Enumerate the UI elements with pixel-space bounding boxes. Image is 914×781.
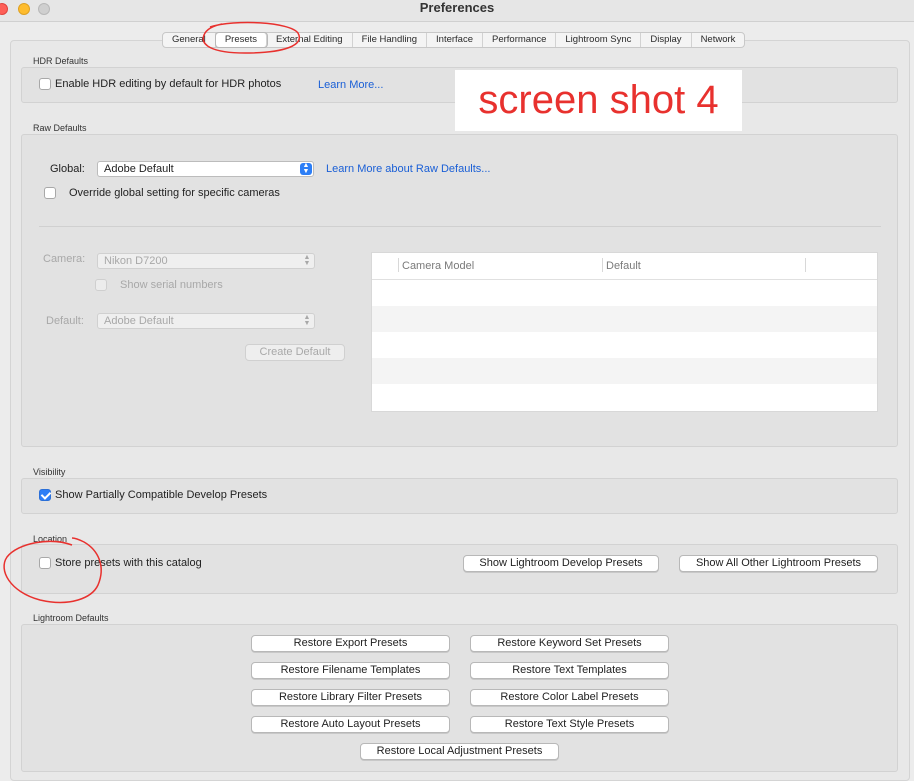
store-presets-annotation-circle bbox=[3, 537, 102, 604]
annotation-overlay bbox=[3, 21, 301, 604]
presets-tab-annotation-circle bbox=[202, 21, 301, 54]
